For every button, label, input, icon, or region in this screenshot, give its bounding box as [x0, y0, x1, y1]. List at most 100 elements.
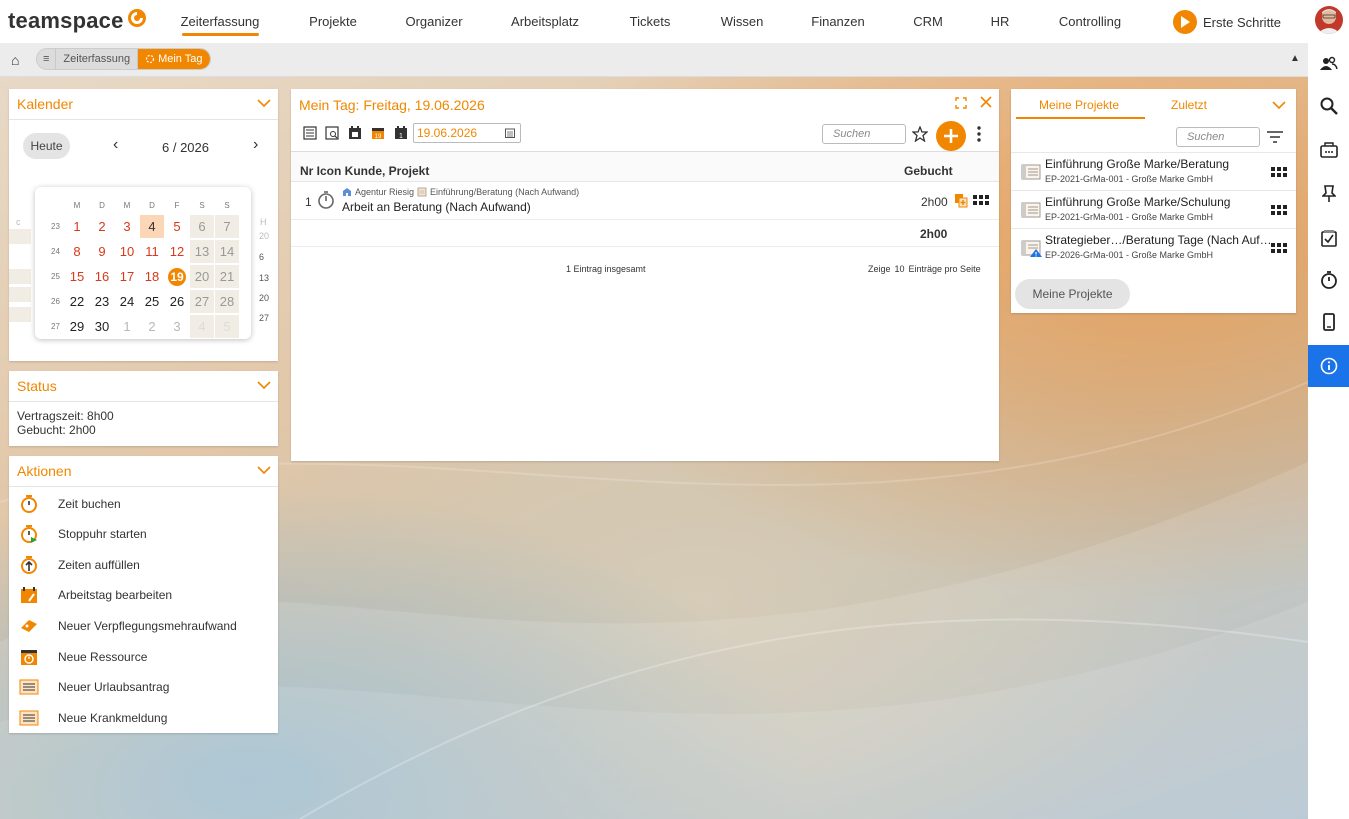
tab-zuletzt[interactable]: Zuletzt	[1171, 98, 1207, 112]
nav-organizer[interactable]: Organizer	[405, 14, 462, 29]
nav-zeiterfassung[interactable]: Zeiterfassung	[181, 14, 260, 29]
users-icon[interactable]	[1308, 43, 1349, 85]
nav-crm[interactable]: CRM	[913, 14, 943, 29]
calendar-day[interactable]: 13	[190, 240, 214, 263]
status-header[interactable]: Status	[9, 371, 278, 402]
calendar-day[interactable]: 6	[190, 215, 214, 238]
calendar-day[interactable]: 20	[190, 265, 214, 288]
calendar-day[interactable]: 30	[90, 315, 114, 338]
teamspace-logo[interactable]: teamspace	[8, 6, 147, 36]
collapse-up-icon[interactable]: ▲	[1290, 53, 1300, 64]
actions-header[interactable]: Aktionen	[9, 456, 278, 487]
prev-month-icon[interactable]: ‹	[113, 136, 118, 162]
filter-icon[interactable]	[1266, 131, 1284, 143]
calendar-day[interactable]: 10	[115, 240, 139, 263]
calendar-day[interactable]: 26	[165, 290, 189, 313]
chevron-down-icon[interactable]	[257, 380, 271, 390]
nav-finanzen[interactable]: Finanzen	[811, 14, 864, 29]
info-icon[interactable]	[1308, 345, 1349, 387]
action-arbeitstag-bearbeiten[interactable]: Arbeitstag bearbeiten	[18, 583, 172, 607]
calendar-day[interactable]: 29	[65, 315, 89, 338]
calendar-week-icon[interactable]	[348, 126, 362, 140]
calendar-day[interactable]: 22	[65, 290, 89, 313]
project-item[interactable]: Strategieber…/Beratung Tage (Nach Auf… E…	[1011, 228, 1296, 266]
action-neue-ressource[interactable]: Neue Ressource	[18, 645, 147, 669]
more-vertical-icon[interactable]	[977, 126, 981, 142]
action-stoppuhr-starten[interactable]: Stoppuhr starten	[18, 522, 147, 546]
chevron-down-icon[interactable]	[257, 98, 271, 108]
breadcrumb-zeiterfassung[interactable]: Zeiterfassung	[56, 49, 139, 69]
calendar-day[interactable]: 5	[215, 315, 239, 338]
search-icon[interactable]	[1308, 85, 1349, 127]
action-zeit-buchen[interactable]: Zeit buchen	[18, 492, 121, 516]
calendar-day[interactable]: 3	[165, 315, 189, 338]
copy-add-icon[interactable]	[954, 193, 968, 208]
calendar-day[interactable]: 8	[65, 240, 89, 263]
mobile-icon[interactable]	[1308, 301, 1349, 343]
calendar-day[interactable]: 27	[190, 290, 214, 313]
search-list-icon[interactable]	[325, 126, 339, 140]
table-row[interactable]: 1 Agentur Riesig Einführung/Beratung (Na…	[291, 183, 999, 220]
action-neue-krankmeldung[interactable]: Neue Krankmeldung	[18, 706, 167, 730]
calendar-day[interactable]: 24	[115, 290, 139, 313]
nav-arbeitsplatz[interactable]: Arbeitsplatz	[511, 14, 579, 29]
meine-projekte-button[interactable]: Meine Projekte	[1015, 279, 1130, 309]
breadcrumb-mein-tag[interactable]: Mein Tag	[138, 49, 210, 69]
calendar-day[interactable]: 7	[215, 215, 239, 238]
calendar-header[interactable]: Kalender	[9, 89, 278, 120]
calendar-day[interactable]: 21	[215, 265, 239, 288]
paging-count[interactable]: 10	[895, 264, 905, 274]
grid-menu-icon[interactable]	[1271, 167, 1287, 178]
column-nr-icon-kunde-projekt[interactable]: Nr Icon Kunde, Projekt	[300, 164, 429, 178]
stopwatch-icon[interactable]	[1308, 259, 1349, 301]
expand-icon[interactable]	[955, 97, 967, 109]
next-month-icon[interactable]: ›	[253, 136, 258, 162]
calendar-day[interactable]: 11	[140, 240, 164, 263]
action-zeiten-auffuellen[interactable]: Zeiten auffüllen	[18, 553, 140, 577]
action-neuer-urlaubsantrag[interactable]: Neuer Urlaubsantrag	[18, 675, 169, 699]
star-icon[interactable]	[912, 126, 928, 142]
grid-menu-icon[interactable]	[1271, 243, 1287, 254]
calendar-day[interactable]: 5	[165, 215, 189, 238]
projects-search-input[interactable]: Suchen	[1176, 127, 1260, 147]
chevron-down-icon[interactable]	[257, 465, 271, 475]
nav-hr[interactable]: HR	[991, 14, 1010, 29]
calendar-day[interactable]: 2	[90, 215, 114, 238]
calendar-day[interactable]: 12	[165, 240, 189, 263]
calendar-day[interactable]: 9	[90, 240, 114, 263]
column-gebucht[interactable]: Gebucht	[904, 164, 953, 178]
calendar-day[interactable]: 17	[115, 265, 139, 288]
erste-schritte-button[interactable]: Erste Schritte	[1173, 10, 1281, 34]
pin-icon[interactable]	[1308, 173, 1349, 215]
nav-projekte[interactable]: Projekte	[309, 14, 357, 29]
user-avatar[interactable]	[1315, 6, 1343, 34]
calendar-day[interactable]: 2	[140, 315, 164, 338]
close-icon[interactable]	[980, 96, 992, 108]
calendar-day[interactable]: 25	[140, 290, 164, 313]
calendar-one-icon[interactable]: 1	[394, 126, 408, 140]
tab-meine-projekte[interactable]: Meine Projekte	[1039, 98, 1119, 112]
project-item[interactable]: Einführung Große Marke/Beratung EP-2021-…	[1011, 152, 1296, 190]
calendar-day[interactable]: 18	[140, 265, 164, 288]
action-verpflegungsmehraufwand[interactable]: Neuer Verpflegungsmehraufwand	[18, 614, 237, 638]
calendar-day[interactable]: 1	[115, 315, 139, 338]
calendar-day[interactable]: 23	[90, 290, 114, 313]
calendar-day[interactable]: 4	[190, 315, 214, 338]
project-item[interactable]: Einführung Große Marke/Schulung EP-2021-…	[1011, 190, 1296, 228]
grid-menu-icon[interactable]	[1271, 205, 1287, 216]
nav-wissen[interactable]: Wissen	[721, 14, 764, 29]
grid-menu-icon[interactable]	[973, 195, 989, 206]
nav-controlling[interactable]: Controlling	[1059, 14, 1121, 29]
home-icon[interactable]: ⌂	[11, 52, 19, 68]
calendar-day[interactable]: 16	[90, 265, 114, 288]
checklist-icon[interactable]	[1308, 217, 1349, 259]
nav-tickets[interactable]: Tickets	[630, 14, 671, 29]
mein-tag-search-input[interactable]: Suchen	[822, 124, 906, 144]
today-button[interactable]: Heute	[23, 133, 70, 159]
inbox-icon[interactable]	[1308, 129, 1349, 171]
calendar-day[interactable]: 28	[215, 290, 239, 313]
calendar-day-selected[interactable]: 4	[140, 215, 164, 238]
add-entry-button[interactable]	[936, 121, 966, 151]
date-field[interactable]: 19.06.2026	[413, 123, 521, 143]
calendar-day[interactable]: 3	[115, 215, 139, 238]
